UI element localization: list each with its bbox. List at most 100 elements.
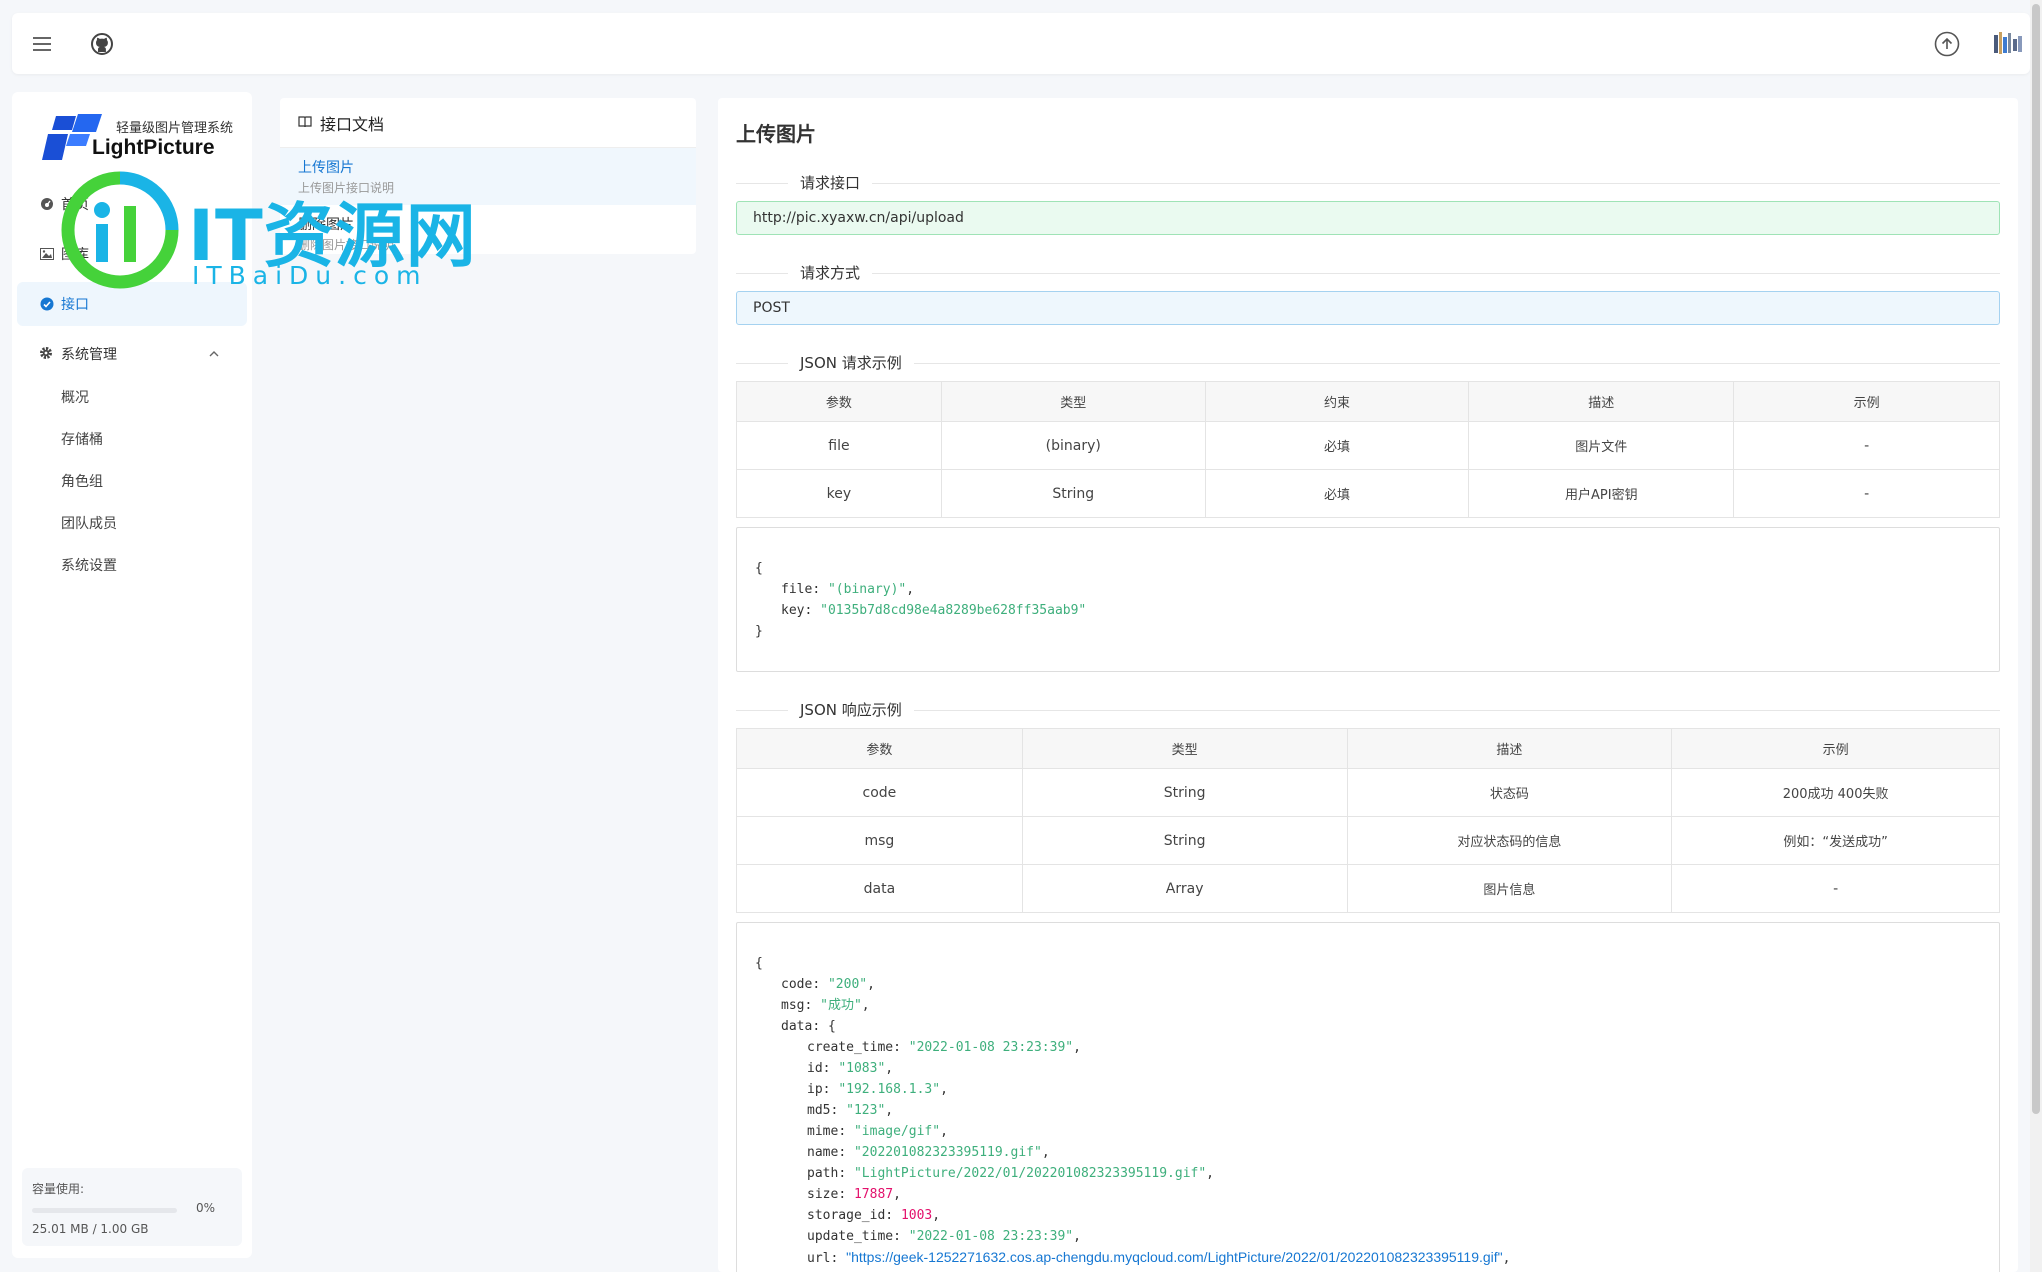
sidebar-subitem-overview[interactable]: 概况 xyxy=(17,376,247,418)
code-key: data xyxy=(781,1019,813,1034)
code-key: id xyxy=(807,1061,823,1076)
code-string: "0135b7d8cd98e4a8289be628ff35aab9" xyxy=(820,603,1087,618)
image-icon xyxy=(39,246,55,262)
request-method-box: POST xyxy=(736,291,2000,325)
chevron-up-icon xyxy=(209,346,219,362)
table-cell: - xyxy=(1733,469,2000,518)
upload-icon[interactable] xyxy=(1934,31,1960,57)
code-line: code: "200", xyxy=(781,977,875,992)
code-key: msg xyxy=(781,998,805,1013)
code-string: "2022-01-08 23:23:39" xyxy=(908,1040,1074,1055)
sidebar-subitem-roles[interactable]: 角色组 xyxy=(17,460,247,502)
sidebar-subitem-settings[interactable]: 系统设置 xyxy=(17,544,247,586)
sidebar-item-label: 图库 xyxy=(61,247,89,263)
api-icon xyxy=(39,296,55,312)
table-cell: 例如：“发送成功” xyxy=(1671,816,2000,865)
code-string: "image/gif" xyxy=(853,1124,941,1139)
sidebar-nav: 首页 图库 接口 系统管理 概况 存储桶 角色组 团队成员 系统设置 xyxy=(17,182,247,586)
sidebar-group-label: 系统管理 xyxy=(61,347,117,363)
sidebar-item-gallery[interactable]: 图库 xyxy=(17,232,247,276)
table-cell: (binary) xyxy=(940,421,1206,470)
quota-size: 25.01 MB / 1.00 GB xyxy=(32,1222,149,1236)
hamburger-icon[interactable] xyxy=(29,31,55,57)
code-key: create_time xyxy=(807,1040,894,1055)
code-line: data: { xyxy=(781,1019,836,1034)
section-label: JSON 请求示例 xyxy=(788,352,914,373)
table-header: 参数 xyxy=(736,728,1023,769)
table-header: 约束 xyxy=(1204,381,1470,422)
code-line: file: "(binary)", xyxy=(781,582,915,597)
table-cell: file xyxy=(736,421,942,470)
table-cell: 必填 xyxy=(1204,469,1470,518)
sidebar-item-api[interactable]: 接口 xyxy=(17,282,247,326)
code-url-link[interactable]: "https://geek-1252271632.cos.ap-chengdu.… xyxy=(846,1249,1503,1265)
code-key: mime xyxy=(807,1124,839,1139)
table-row: key String 必填 用户API密钥 - xyxy=(736,469,2000,518)
doc-item-desc: 上传图片接口说明 xyxy=(298,181,395,195)
table-cell: - xyxy=(1671,864,2000,913)
code-line: md5: "123", xyxy=(807,1103,894,1118)
doc-item-title: 删除图片 xyxy=(298,217,354,233)
logo[interactable]: 轻量级图片管理系统 LightPicture xyxy=(42,110,233,166)
code-line: id: "1083", xyxy=(807,1061,894,1076)
table-header: 示例 xyxy=(1733,381,2000,422)
table-header-row: 参数 类型 描述 示例 xyxy=(736,728,2000,769)
doc-item-delete[interactable]: 删除图片 删除图片接口说明 xyxy=(280,205,696,262)
table-row: msg String 对应状态码的信息 例如：“发送成功” xyxy=(736,816,2000,865)
code-line: mime: "image/gif", xyxy=(807,1124,948,1139)
page-title: 上传图片 xyxy=(736,122,816,146)
code-string: "成功" xyxy=(820,998,862,1013)
table-cell: Array xyxy=(1021,864,1348,913)
code-string: "2022-01-08 23:23:39" xyxy=(908,1229,1074,1244)
avatar[interactable] xyxy=(1992,29,2026,59)
code-line: ip: "192.168.1.3", xyxy=(807,1082,948,1097)
table-cell: key xyxy=(736,469,942,518)
code-string: "202201082323395119.gif" xyxy=(853,1145,1042,1160)
table-header: 参数 xyxy=(736,381,942,422)
sidebar-subitem-buckets[interactable]: 存储桶 xyxy=(17,418,247,460)
code-key: size xyxy=(807,1187,839,1202)
dashboard-icon xyxy=(39,196,55,212)
code-line: key: "0135b7d8cd98e4a8289be628ff35aab9" xyxy=(781,603,1087,618)
code-key: code xyxy=(781,977,813,992)
page-scrollbar[interactable] xyxy=(2030,0,2042,1272)
table-header-row: 参数 类型 约束 描述 示例 xyxy=(736,381,2000,422)
section-json-response: JSON 响应示例 xyxy=(736,698,2000,722)
sidebar-subitem-members[interactable]: 团队成员 xyxy=(17,502,247,544)
table-cell: 图片文件 xyxy=(1468,421,1735,470)
section-label: 请求接口 xyxy=(788,172,873,193)
table-row: file (binary) 必填 图片文件 - xyxy=(736,421,2000,470)
code-key: update_time xyxy=(807,1229,894,1244)
sidebar-group-system[interactable]: 系统管理 xyxy=(17,332,247,376)
code-line: path: "LightPicture/2022/01/202201082323… xyxy=(807,1166,1214,1181)
quota-progress-bar xyxy=(32,1208,177,1213)
code-key: md5 xyxy=(807,1103,831,1118)
code-line: storage_id: 1003, xyxy=(807,1208,941,1223)
request-url-box[interactable]: http://pic.xyaxw.cn/api/upload xyxy=(736,201,2000,235)
scrollbar-thumb[interactable] xyxy=(2032,4,2040,1114)
github-icon[interactable] xyxy=(89,31,115,57)
code-string: "123" xyxy=(846,1103,886,1118)
table-cell: 对应状态码的信息 xyxy=(1346,816,1673,865)
book-icon xyxy=(298,113,312,132)
code-number: 17887 xyxy=(853,1187,894,1202)
section-label: 请求方式 xyxy=(788,262,873,283)
code-string: "1083" xyxy=(838,1061,886,1076)
api-doc-content: 上传图片 请求接口 http://pic.xyaxw.cn/api/upload… xyxy=(718,98,2018,1272)
code-string: "LightPicture/2022/01/202201082323395119… xyxy=(853,1166,1207,1181)
table-cell: code xyxy=(736,768,1023,817)
code-line: create_time: "2022-01-08 23:23:39", xyxy=(807,1040,1081,1055)
sidebar-item-home[interactable]: 首页 xyxy=(17,182,247,226)
code-key: url xyxy=(807,1251,831,1266)
section-label: JSON 响应示例 xyxy=(788,699,914,720)
request-json-code[interactable]: { file: "(binary)", key: "0135b7d8cd98e4… xyxy=(736,527,2000,672)
doc-item-upload[interactable]: 上传图片 上传图片接口说明 xyxy=(280,148,696,205)
quota-label: 容量使用: xyxy=(32,1182,85,1196)
table-header: 描述 xyxy=(1468,381,1735,422)
response-json-code[interactable]: { code: "200", msg: "成功", data: { create… xyxy=(736,922,2000,1272)
code-key: storage_id xyxy=(807,1208,886,1223)
section-request-method: 请求方式 xyxy=(736,261,2000,285)
table-cell: String xyxy=(1021,768,1348,817)
table-cell: 用户API密钥 xyxy=(1468,469,1735,518)
code-key: file xyxy=(781,582,813,597)
